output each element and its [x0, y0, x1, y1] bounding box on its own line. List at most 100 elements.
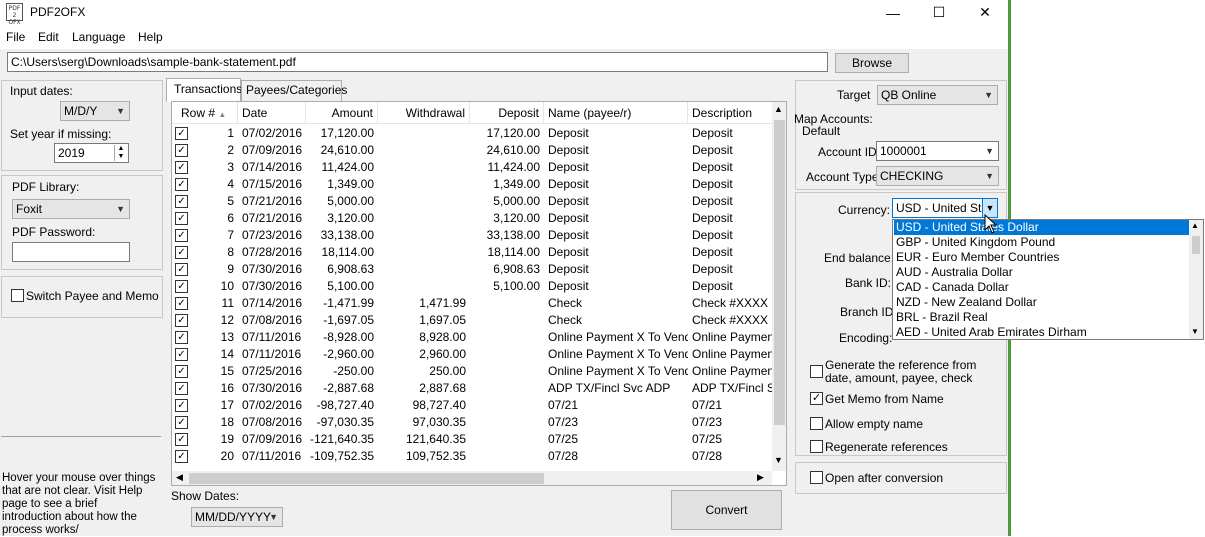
- table-row[interactable]: ✓ 19 07/09/2016 -121,640.35 121,640.35 07/25 0…: [172, 431, 772, 448]
- cell-deposit: 33,138.00: [486, 228, 540, 242]
- scroll-down-icon[interactable]: ▼: [1191, 327, 1199, 336]
- maximize-button[interactable]: ☐: [916, 0, 962, 25]
- table-row[interactable]: ✓ 5 07/21/2016 5,000.00 5,000.00 Deposit Depos…: [172, 193, 772, 210]
- scroll-left-icon[interactable]: ◀: [176, 472, 183, 483]
- convert-button[interactable]: Convert: [671, 490, 782, 530]
- regen-checkbox[interactable]: [810, 440, 823, 453]
- cell-name: Deposit: [548, 279, 589, 293]
- table-row[interactable]: ✓ 16 07/30/2016 -2,887.68 2,887.68 ADP TX/Fin…: [172, 380, 778, 397]
- row-checkbox[interactable]: ✓: [175, 450, 188, 463]
- minimize-button[interactable]: —: [870, 0, 916, 25]
- row-checkbox[interactable]: ✓: [175, 433, 188, 446]
- table-row[interactable]: ✓ 2 07/09/2016 24,610.00 24,610.00 Deposit Dep…: [172, 142, 772, 159]
- header-date[interactable]: Date: [238, 102, 306, 124]
- table-row[interactable]: ✓ 1 07/02/2016 17,120.00 17,120.00 Deposit Dep…: [172, 125, 772, 142]
- table-row[interactable]: ✓ 7 07/23/2016 33,138.00 33,138.00 Deposit Dep…: [172, 227, 772, 244]
- vertical-scrollbar[interactable]: ▲ ▼: [772, 102, 786, 471]
- table-row[interactable]: ✓ 20 07/11/2016 -109,752.35 109,752.35 07/28 0…: [172, 448, 772, 465]
- menu-file[interactable]: File: [6, 30, 25, 44]
- row-checkbox[interactable]: ✓: [175, 399, 188, 412]
- horizontal-scrollbar[interactable]: ◀ ▶: [172, 471, 772, 485]
- account-id-select[interactable]: 1000001 ▼: [876, 141, 999, 161]
- currency-option[interactable]: USD - United States Dollar: [894, 220, 1190, 235]
- row-checkbox[interactable]: ✓: [175, 365, 188, 378]
- scroll-down-icon[interactable]: ▼: [774, 455, 783, 465]
- table-row[interactable]: ✓ 4 07/15/2016 1,349.00 1,349.00 Deposit Depos…: [172, 176, 772, 193]
- header-row-num[interactable]: Row # ▲: [172, 102, 238, 124]
- currency-option[interactable]: GBP - United Kingdom Pound: [894, 235, 1190, 250]
- header-description[interactable]: Description: [688, 102, 778, 124]
- table-row[interactable]: ✓ 17 07/02/2016 -98,727.40 98,727.40 07/21 07/…: [172, 397, 772, 414]
- table-row[interactable]: ✓ 18 07/08/2016 -97,030.35 97,030.35 07/23 07/…: [172, 414, 772, 431]
- row-checkbox[interactable]: ✓: [175, 229, 188, 242]
- row-checkbox[interactable]: ✓: [175, 144, 188, 157]
- menu-help[interactable]: Help: [138, 30, 163, 44]
- header-deposit[interactable]: Deposit: [470, 102, 544, 124]
- scroll-right-icon[interactable]: ▶: [757, 472, 764, 483]
- currency-option[interactable]: EUR - Euro Member Countries: [894, 250, 1190, 265]
- pdf-password-input[interactable]: [12, 242, 130, 262]
- vertical-scroll-thumb[interactable]: [774, 120, 785, 425]
- open-after-checkbox[interactable]: [810, 471, 823, 484]
- browse-button[interactable]: Browse: [835, 53, 909, 73]
- table-row[interactable]: ✓ 3 07/14/2016 11,424.00 11,424.00 Deposit Dep…: [172, 159, 772, 176]
- row-checkbox[interactable]: ✓: [175, 416, 188, 429]
- table-row[interactable]: ✓ 9 07/30/2016 6,908.63 6,908.63 Deposit Depos…: [172, 261, 772, 278]
- row-checkbox[interactable]: ✓: [175, 212, 188, 225]
- row-checkbox[interactable]: ✓: [175, 348, 188, 361]
- currency-option[interactable]: AUD - Australia Dollar: [894, 265, 1190, 280]
- currency-select[interactable]: USD - United Sta ▼: [892, 198, 998, 218]
- currency-option[interactable]: BRL - Brazil Real: [894, 310, 1190, 325]
- close-button[interactable]: ✕: [962, 0, 1008, 25]
- header-name[interactable]: Name (payee/r): [544, 102, 688, 124]
- cell-description: 07/25: [692, 432, 723, 446]
- table-row[interactable]: ✓ 6 07/21/2016 3,120.00 3,120.00 Deposit Depos…: [172, 210, 772, 227]
- row-checkbox[interactable]: ✓: [175, 246, 188, 259]
- target-select[interactable]: QB Online ▼: [877, 85, 998, 105]
- cell-deposit: 17,120.00: [486, 126, 540, 140]
- account-type-select[interactable]: CHECKING ▼: [876, 166, 999, 186]
- row-checkbox[interactable]: ✓: [175, 178, 188, 191]
- scroll-up-icon[interactable]: ▲: [774, 104, 783, 114]
- row-checkbox[interactable]: ✓: [175, 314, 188, 327]
- row-checkbox[interactable]: ✓: [175, 161, 188, 174]
- menu-language[interactable]: Language: [72, 30, 125, 44]
- allow-empty-checkbox[interactable]: [810, 417, 823, 430]
- row-checkbox[interactable]: ✓: [175, 263, 188, 276]
- currency-option[interactable]: AED - United Arab Emirates Dirham: [894, 325, 1190, 340]
- row-checkbox[interactable]: ✓: [175, 331, 188, 344]
- menu-edit[interactable]: Edit: [38, 30, 59, 44]
- header-withdrawal[interactable]: Withdrawal: [378, 102, 470, 124]
- pdf-library-select[interactable]: Foxit ▼: [12, 199, 130, 219]
- tab-payees-categories[interactable]: Payees/Categories: [241, 80, 347, 101]
- table-row[interactable]: ✓ 8 07/28/2016 18,114.00 18,114.00 Deposit Dep…: [172, 244, 772, 261]
- scroll-up-icon[interactable]: ▲: [1191, 221, 1199, 230]
- table-row[interactable]: ✓ 14 07/11/2016 -2,960.00 2,960.00 Online Pay…: [172, 346, 777, 363]
- spinner-arrows-icon[interactable]: ▲ ▼: [114, 145, 127, 161]
- switch-payee-checkbox[interactable]: [11, 289, 24, 302]
- table-row[interactable]: ✓ 12 07/08/2016 -1,697.05 1,697.05 Check Check…: [172, 312, 772, 329]
- header-amount[interactable]: Amount: [306, 102, 378, 124]
- row-checkbox[interactable]: ✓: [175, 280, 188, 293]
- currency-option[interactable]: CAD - Canada Dollar: [894, 280, 1190, 295]
- table-row[interactable]: ✓ 13 07/11/2016 -8,928.00 8,928.00 Online Pay…: [172, 329, 777, 346]
- table-row[interactable]: ✓ 11 07/14/2016 -1,471.99 1,471.99 Check Check…: [172, 295, 772, 312]
- gen-ref-checkbox[interactable]: [810, 365, 823, 378]
- row-checkbox[interactable]: ✓: [175, 297, 188, 310]
- input-dates-select[interactable]: M/D/Y ▼: [60, 101, 130, 121]
- get-memo-checkbox[interactable]: ✓: [810, 392, 823, 405]
- file-path-input[interactable]: C:\Users\serg\Downloads\sample-bank-stat…: [7, 52, 828, 72]
- dropdown-scrollbar[interactable]: ▲ ▼: [1189, 220, 1203, 339]
- table-row[interactable]: ✓ 15 07/25/2016 -250.00 250.00 Online Payment…: [172, 363, 777, 380]
- table-row[interactable]: ✓ 10 07/30/2016 5,100.00 5,100.00 Deposit Depo…: [172, 278, 772, 295]
- tab-transactions[interactable]: Transactions: [166, 78, 242, 102]
- row-checkbox[interactable]: ✓: [175, 382, 188, 395]
- horizontal-scroll-thumb[interactable]: [189, 473, 544, 484]
- row-checkbox[interactable]: ✓: [175, 127, 188, 140]
- row-checkbox[interactable]: ✓: [175, 195, 188, 208]
- currency-option[interactable]: NZD - New Zealand Dollar: [894, 295, 1190, 310]
- year-spinner[interactable]: 2019 ▲ ▼: [54, 143, 129, 163]
- show-dates-select[interactable]: MM/DD/YYYY ▼: [191, 507, 283, 527]
- dropdown-scroll-thumb[interactable]: [1192, 236, 1200, 254]
- cell-row-num: 19: [220, 432, 234, 446]
